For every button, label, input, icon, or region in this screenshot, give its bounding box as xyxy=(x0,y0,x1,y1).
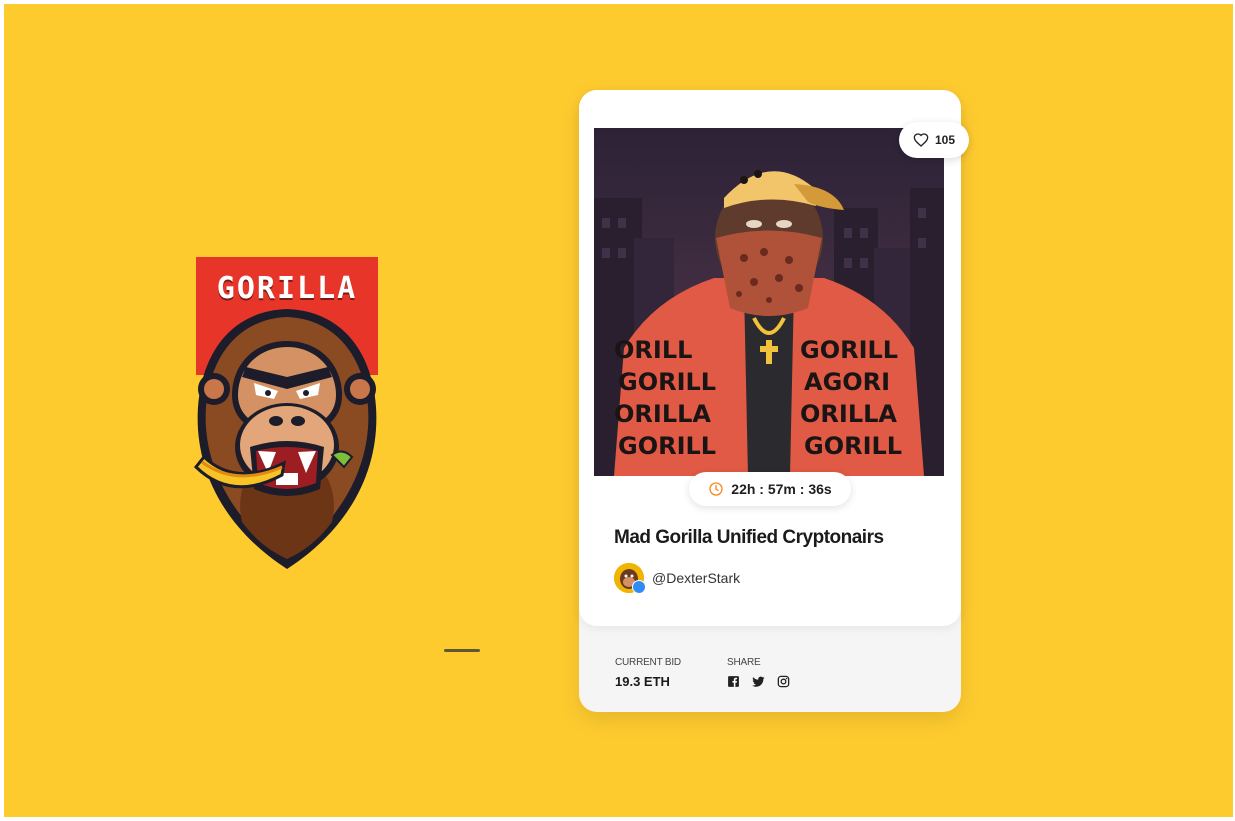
divider-mark xyxy=(444,649,480,652)
verified-badge-icon xyxy=(632,580,646,594)
instagram-icon[interactable] xyxy=(777,675,790,688)
heart-icon xyxy=(913,133,929,147)
svg-text:GORILL: GORILL xyxy=(800,336,898,364)
avatar[interactable] xyxy=(614,563,646,594)
svg-text:AGORI: AGORI xyxy=(804,368,890,396)
svg-text:GORILL: GORILL xyxy=(618,368,716,396)
svg-text:GORILL: GORILL xyxy=(618,432,716,460)
creator-handle[interactable]: @DexterStark xyxy=(652,570,740,586)
svg-text:GORILL: GORILL xyxy=(804,432,902,460)
nft-title[interactable]: Mad Gorilla Unified Cryptonairs xyxy=(614,527,884,549)
current-bid-value: 19.3 ETH xyxy=(615,674,670,689)
gorilla-face-icon xyxy=(193,309,377,569)
like-count: 105 xyxy=(935,133,956,147)
current-bid-label: CURRENT BID xyxy=(615,657,681,668)
share-icons xyxy=(727,675,790,688)
svg-text:ORILLA: ORILLA xyxy=(800,400,897,428)
gorilla-artwork-image: ORILL GORILL ORILLA GORILL GORILL AGORI … xyxy=(594,128,944,476)
clock-icon xyxy=(709,482,723,496)
card-upper-panel: ORILL GORILL ORILLA GORILL GORILL AGORI … xyxy=(579,90,970,626)
page-background: GORILLA ORILL GORILL ORILLA GORILL GORIL… xyxy=(4,4,1233,817)
creator-info[interactable]: @DexterStark xyxy=(614,563,740,594)
auction-timer: 22h : 57m : 36s xyxy=(689,472,851,506)
svg-text:ORILLA: ORILLA xyxy=(614,400,711,428)
facebook-icon[interactable] xyxy=(727,675,740,688)
twitter-icon[interactable] xyxy=(752,675,765,688)
nft-card[interactable]: ORILL GORILL ORILLA GORILL GORILL AGORI … xyxy=(579,90,970,712)
timer-text: 22h : 57m : 36s xyxy=(731,481,832,497)
jacket-text-1: ORILL xyxy=(614,336,692,364)
gorilla-logo: GORILLA xyxy=(192,257,382,577)
like-button[interactable]: 105 xyxy=(899,122,970,158)
share-label: SHARE xyxy=(727,657,761,668)
nft-artwork[interactable]: ORILL GORILL ORILLA GORILL GORILL AGORI … xyxy=(594,128,944,476)
